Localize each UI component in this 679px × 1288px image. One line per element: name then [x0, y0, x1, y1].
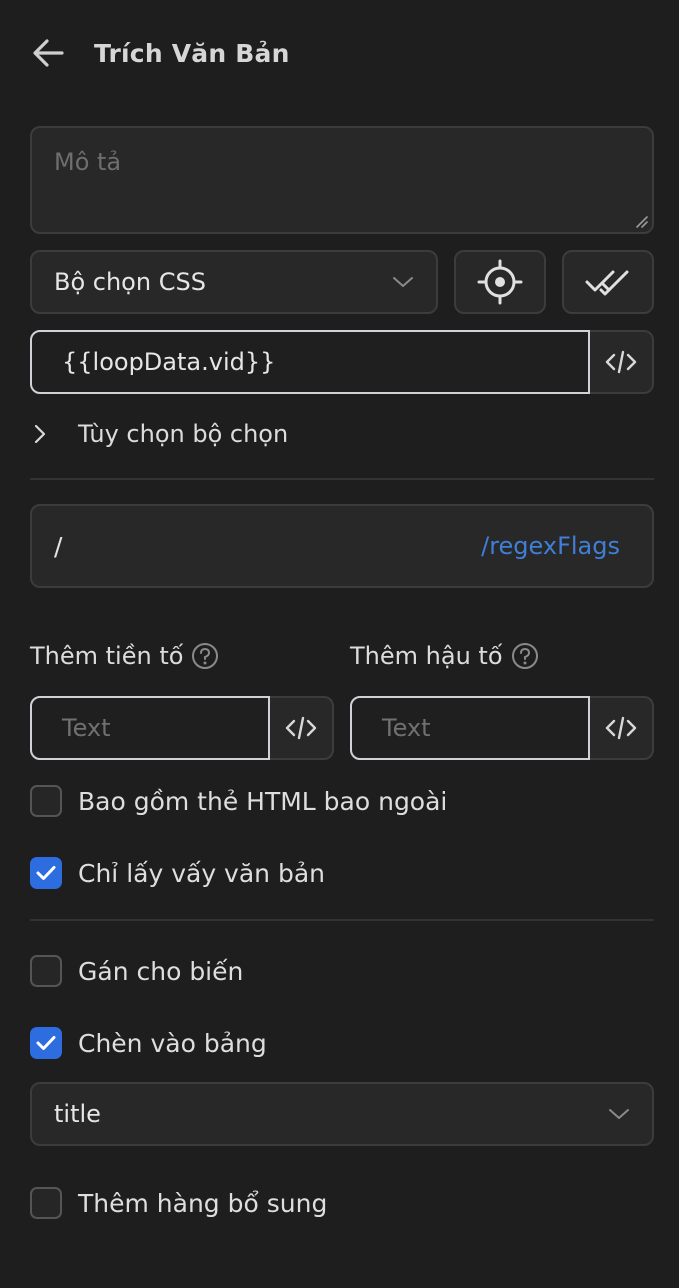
selector-type-value: Bộ chọn CSS [54, 268, 206, 296]
add-row-checkbox[interactable] [30, 1187, 62, 1219]
regex-pattern: / [54, 531, 63, 561]
suffix-code-button[interactable] [590, 696, 654, 760]
element-picker-button[interactable] [454, 250, 546, 314]
chevron-down-icon [609, 1109, 629, 1119]
prefix-label: Thêm tiền tố [30, 642, 184, 670]
divider [30, 478, 654, 480]
regex-input[interactable]: / /regexFlags [30, 504, 654, 588]
prefix-label-row: Thêm tiền tố [30, 642, 219, 670]
suffix-label-row: Thêm hậu tố [350, 642, 539, 670]
back-button[interactable] [30, 30, 76, 76]
crosshair-icon [477, 259, 523, 305]
add-row-label: Thêm hàng bổ sung [78, 1188, 328, 1218]
check-icon [36, 866, 56, 880]
selector-input-group: {{loopData.vid}} [30, 330, 654, 394]
only-text-checkbox-row[interactable]: Chỉ lấy vấy văn bản [30, 853, 325, 893]
selector-input[interactable]: {{loopData.vid}} [30, 330, 590, 394]
prefix-input-group: Text [30, 696, 334, 760]
assign-variable-checkbox-row[interactable]: Gán cho biến [30, 951, 243, 991]
code-icon [285, 716, 317, 740]
header: Trích Văn Bản [30, 30, 290, 76]
check-icon [36, 1036, 56, 1050]
code-icon [605, 716, 637, 740]
insert-table-checkbox[interactable] [30, 1027, 62, 1059]
selector-type-select[interactable]: Bộ chọn CSS [30, 250, 438, 314]
only-text-label: Chỉ lấy vấy văn bản [78, 858, 325, 888]
verify-selector-button[interactable] [562, 250, 654, 314]
selector-options-label: Tùy chọn bộ chọn [78, 420, 289, 448]
help-icon[interactable] [511, 642, 539, 670]
double-check-icon [585, 270, 629, 296]
prefix-input[interactable]: Text [30, 696, 270, 760]
chevron-right-icon [34, 424, 46, 444]
insert-table-label: Chèn vào bảng [78, 1028, 267, 1058]
selector-options-toggle[interactable]: Tùy chọn bộ chọn [30, 410, 288, 458]
table-column-value: title [54, 1100, 101, 1128]
resize-handle-icon[interactable] [633, 213, 649, 229]
insert-table-checkbox-row[interactable]: Chèn vào bảng [30, 1023, 267, 1063]
selector-code-button[interactable] [590, 330, 654, 394]
prefix-code-button[interactable] [270, 696, 334, 760]
include-html-checkbox[interactable] [30, 785, 62, 817]
extract-text-panel: Trích Văn Bản Mô tả Bộ chọn CSS {{loopDa… [0, 0, 679, 1288]
assign-variable-checkbox[interactable] [30, 955, 62, 987]
suffix-label: Thêm hậu tố [350, 642, 503, 670]
include-html-checkbox-row[interactable]: Bao gồm thẻ HTML bao ngoài [30, 781, 447, 821]
include-html-label: Bao gồm thẻ HTML bao ngoài [78, 786, 448, 816]
help-icon[interactable] [191, 642, 219, 670]
only-text-checkbox[interactable] [30, 857, 62, 889]
suffix-input[interactable]: Text [350, 696, 590, 760]
divider [30, 919, 654, 921]
description-placeholder: Mô tả [54, 148, 122, 176]
description-textarea[interactable]: Mô tả [30, 126, 654, 234]
arrow-left-icon [33, 39, 64, 67]
table-column-select[interactable]: title [30, 1082, 654, 1146]
code-icon [605, 350, 637, 374]
add-row-checkbox-row[interactable]: Thêm hàng bổ sung [30, 1183, 327, 1223]
regex-flags-input[interactable]: /regexFlags [481, 532, 620, 560]
chevron-down-icon [393, 277, 413, 287]
suffix-input-group: Text [350, 696, 654, 760]
assign-variable-label: Gán cho biến [78, 956, 244, 986]
page-title: Trích Văn Bản [94, 38, 290, 68]
